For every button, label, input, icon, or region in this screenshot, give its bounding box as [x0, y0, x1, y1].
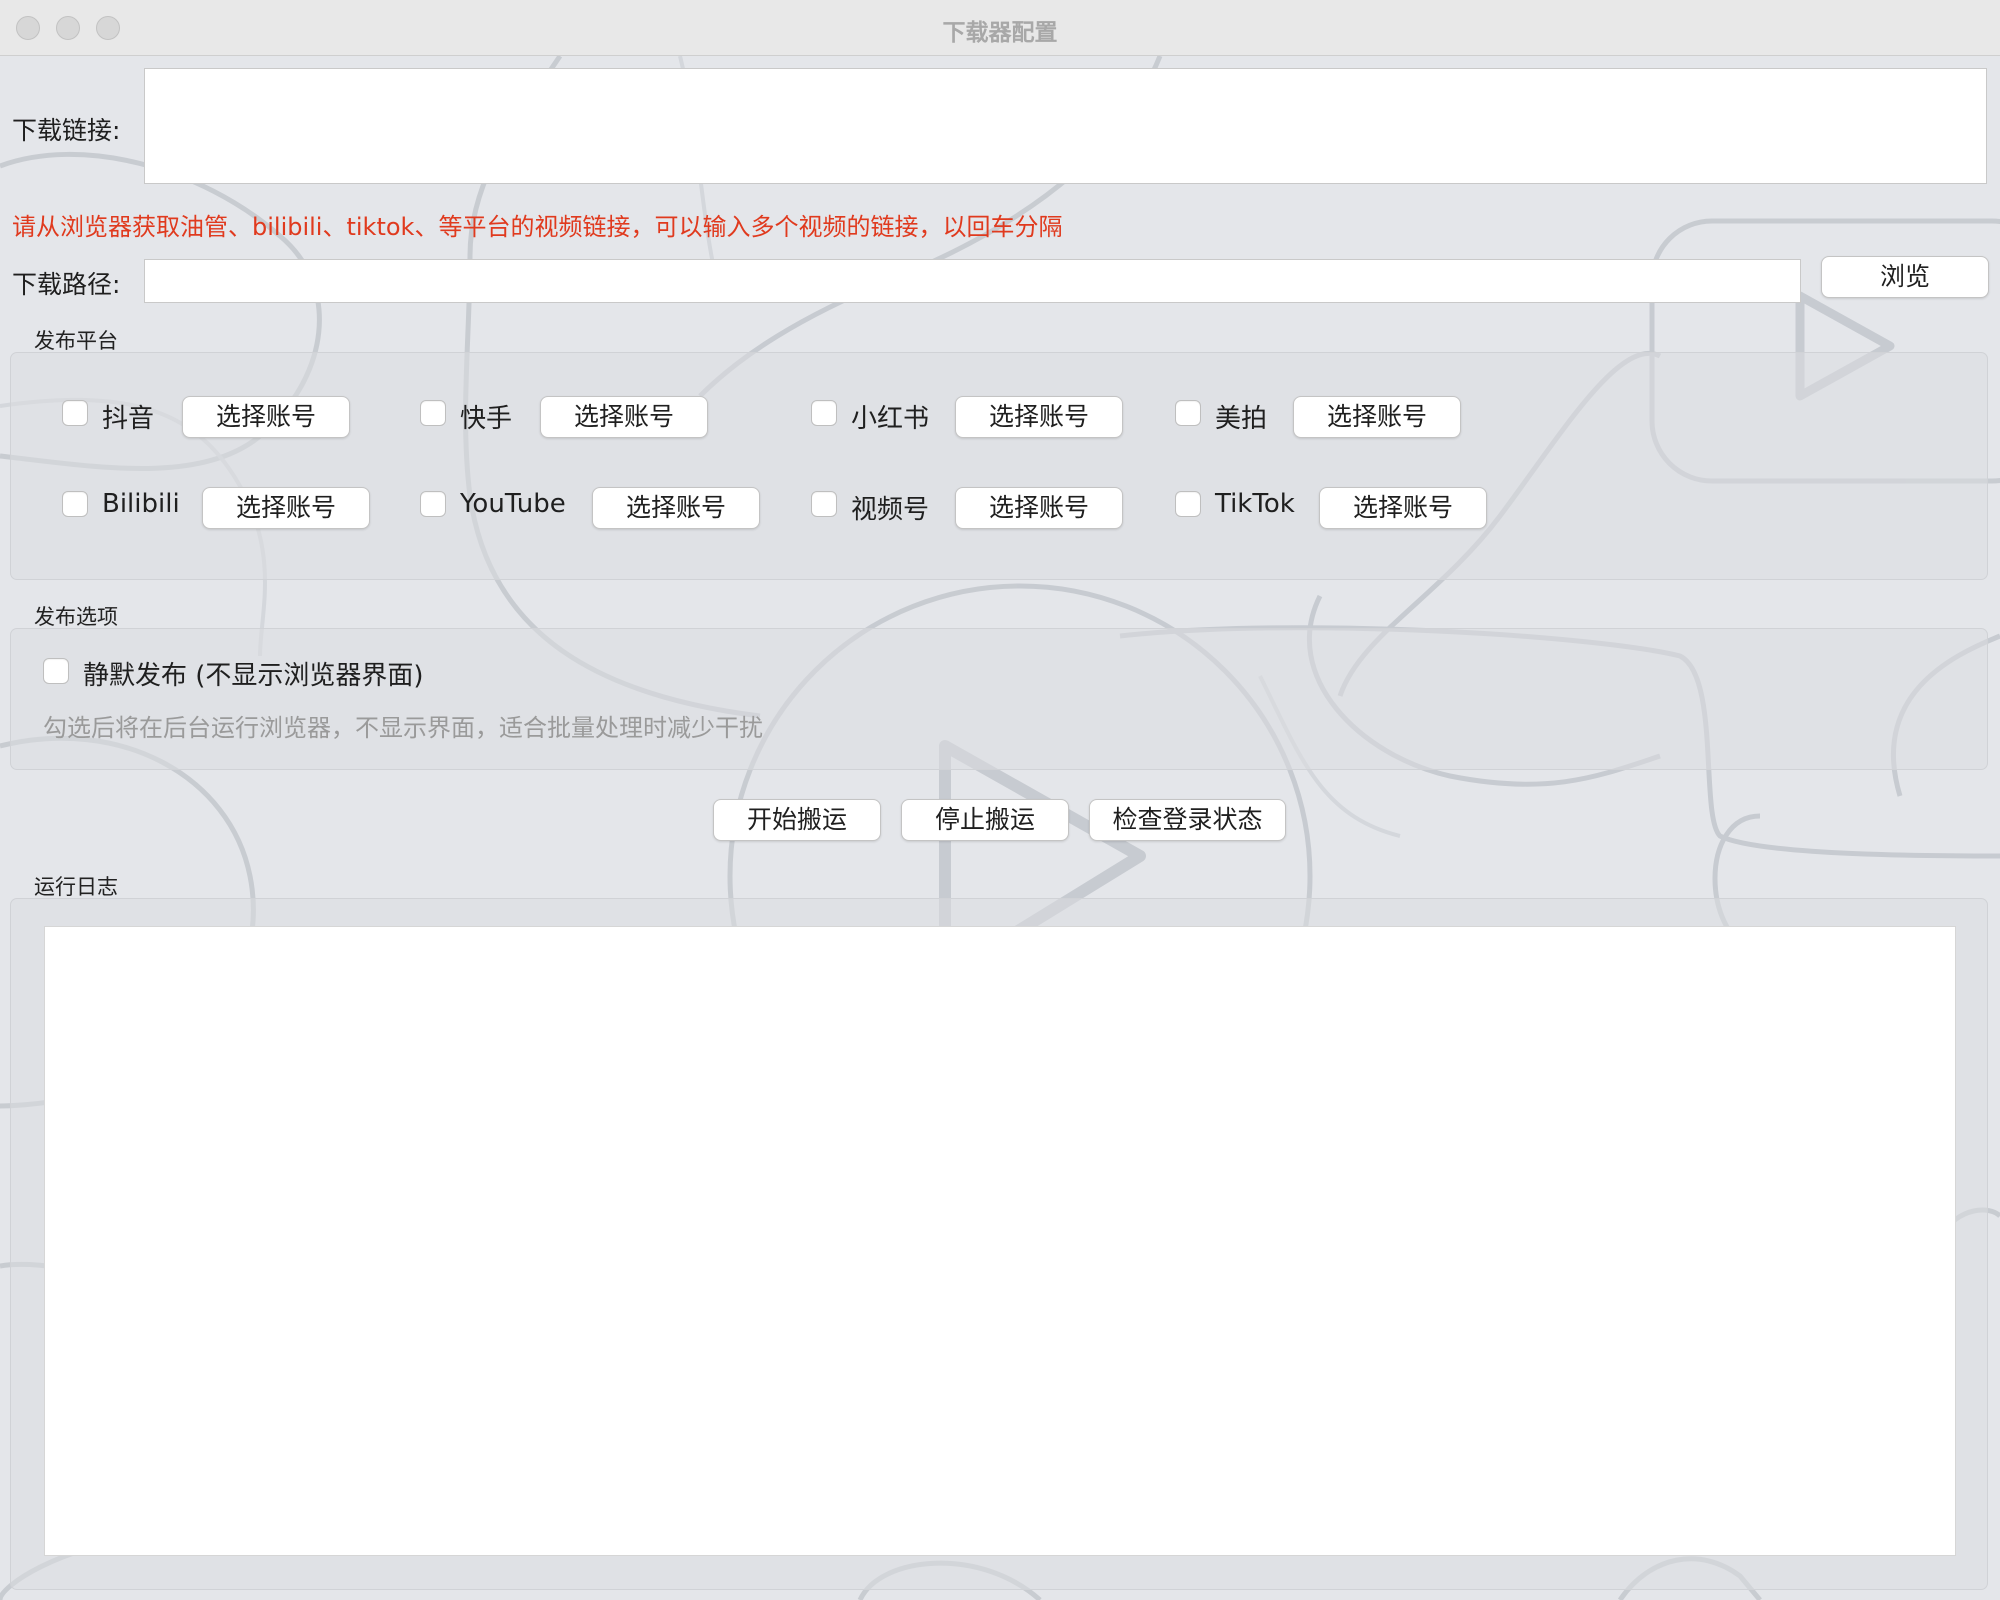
log-output[interactable]: [44, 926, 1956, 1556]
douyin-select-account-button[interactable]: 选择账号: [182, 396, 350, 438]
app-window: 下载器配置 下载链接: 请从浏览器获取油管、bilibili、tiktok、等平…: [0, 0, 2000, 1600]
platform-xiaohongshu-label: 小红书: [851, 404, 930, 434]
youtube-select-account-button[interactable]: 选择账号: [592, 487, 760, 529]
platform-meipai-label: 美拍: [1215, 404, 1268, 434]
platform-bilibili-checkbox[interactable]: [62, 491, 88, 517]
tiktok-select-account-button[interactable]: 选择账号: [1319, 487, 1487, 529]
kuaishou-select-account-button[interactable]: 选择账号: [540, 396, 708, 438]
options-group: [10, 628, 1988, 770]
platform-douyin-label: 抖音: [102, 404, 155, 434]
platforms-group-title: 发布平台: [34, 329, 118, 353]
silent-publish-label: 静默发布 (不显示浏览器界面): [83, 661, 424, 691]
platform-xiaohongshu-checkbox[interactable]: [811, 400, 837, 426]
xiaohongshu-select-account-button[interactable]: 选择账号: [955, 396, 1123, 438]
shipinhao-select-account-button[interactable]: 选择账号: [955, 487, 1123, 529]
download-path-label: 下载路径:: [12, 270, 121, 299]
platform-meipai-checkbox[interactable]: [1175, 400, 1201, 426]
download-path-input[interactable]: [144, 259, 1801, 303]
platforms-group: [10, 352, 1988, 580]
meipai-select-account-button[interactable]: 选择账号: [1293, 396, 1461, 438]
platform-shipinhao-checkbox[interactable]: [811, 491, 837, 517]
start-transfer-button[interactable]: 开始搬运: [713, 799, 881, 841]
platform-shipinhao-label: 视频号: [851, 495, 930, 525]
browse-button[interactable]: 浏览: [1821, 256, 1989, 298]
platform-kuaishou-label: 快手: [460, 404, 513, 434]
platform-kuaishou-checkbox[interactable]: [420, 400, 446, 426]
check-login-status-button[interactable]: 检查登录状态: [1089, 799, 1286, 841]
platform-bilibili-label: Bilibili: [102, 489, 180, 519]
platform-tiktok-checkbox[interactable]: [1175, 491, 1201, 517]
window-title: 下载器配置: [942, 20, 1058, 46]
silent-publish-hint: 勾选后将在后台运行浏览器，不显示界面，适合批量处理时减少干扰: [43, 714, 763, 742]
silent-publish-checkbox[interactable]: [43, 658, 69, 684]
stop-transfer-button[interactable]: 停止搬运: [901, 799, 1069, 841]
platform-youtube-label: YouTube: [460, 489, 566, 519]
download-link-hint: 请从浏览器获取油管、bilibili、tiktok、等平台的视频链接，可以输入多…: [12, 213, 1063, 241]
log-group-title: 运行日志: [34, 875, 118, 899]
download-link-label: 下载链接:: [12, 116, 121, 145]
platform-youtube-checkbox[interactable]: [420, 491, 446, 517]
title-bar: 下载器配置: [0, 0, 2000, 56]
platform-douyin-checkbox[interactable]: [62, 400, 88, 426]
options-group-title: 发布选项: [34, 605, 118, 629]
platform-tiktok-label: TikTok: [1215, 489, 1295, 519]
download-link-input[interactable]: [144, 68, 1987, 184]
bilibili-select-account-button[interactable]: 选择账号: [202, 487, 370, 529]
